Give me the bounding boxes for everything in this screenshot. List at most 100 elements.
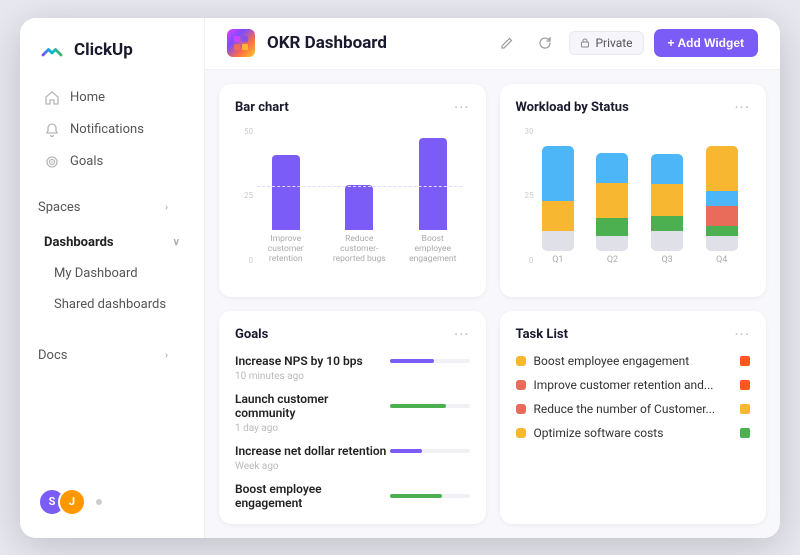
spaces-arrow: ›	[165, 202, 168, 213]
bar-3	[419, 138, 447, 230]
workload-widget: Workload by Status ··· 30 25 0	[500, 84, 767, 297]
sidebar-item-notifications[interactable]: Notifications	[26, 114, 198, 146]
goal-time-1: 10 minutes ago	[235, 371, 470, 382]
goals-title: Goals	[235, 327, 268, 342]
clickup-logo-icon	[38, 36, 66, 64]
goal-item-2: Launch customer community 1 day ago	[235, 392, 470, 434]
bar-label-1: Improve customerretention	[257, 234, 315, 265]
task-list-header: Task List ···	[516, 325, 751, 344]
status-dot	[96, 499, 102, 505]
logo-area: ClickUp	[20, 36, 204, 82]
q3-seg-green	[651, 216, 683, 231]
goal-bar-track-4	[390, 494, 469, 498]
private-label: Private	[595, 36, 632, 50]
goals-widget: Goals ··· Increase NPS by 10 bps 10 minu…	[219, 311, 486, 524]
avatar-j: J	[58, 488, 86, 516]
bar-2	[345, 185, 373, 230]
sidebar-item-dashboards[interactable]: Dashboards ∨	[26, 227, 198, 258]
sidebar-item-spaces[interactable]: Spaces ›	[38, 192, 186, 223]
bar-label-2: Reduce customer-reported bugs	[331, 234, 389, 265]
q3-seg-blue	[651, 154, 683, 184]
task-name-4: Optimize software costs	[534, 426, 733, 440]
q1-seg-blue	[542, 146, 574, 201]
main-content: OKR Dashboard Privat	[205, 18, 780, 538]
home-icon	[44, 90, 60, 106]
task-list: Boost employee engagement Improve custom…	[516, 354, 751, 440]
q1-stacked-bar	[542, 146, 574, 251]
sidebar-item-docs[interactable]: Docs ›	[38, 340, 186, 371]
sidebar-item-home-label: Home	[70, 90, 180, 105]
task-list-title: Task List	[516, 327, 568, 342]
app-window: ClickUp Home Notifications	[20, 18, 780, 538]
add-widget-button[interactable]: + Add Widget	[654, 29, 758, 57]
dashboards-label: Dashboards	[44, 235, 163, 250]
goal-name-3: Increase net dollar retention	[235, 444, 386, 458]
bar-1	[272, 155, 300, 230]
task-list-menu[interactable]: ···	[734, 325, 750, 344]
goal-name-2: Launch customer community	[235, 392, 390, 420]
my-dashboard-label: My Dashboard	[54, 266, 180, 281]
workload-menu[interactable]: ···	[734, 98, 750, 117]
dashboards-arrow: ∨	[173, 237, 180, 248]
task-item-2: Improve customer retention and...	[516, 378, 751, 392]
q1-seg-yellow	[542, 201, 574, 231]
q1-seg-gray	[542, 231, 574, 251]
task-flag-2	[740, 380, 750, 390]
bell-icon	[44, 122, 60, 138]
q1-label: Q1	[552, 255, 563, 265]
task-name-1: Boost employee engagement	[534, 354, 733, 368]
q4-seg-blue	[706, 191, 738, 206]
q4-stacked-bar	[706, 146, 738, 251]
task-flag-1	[740, 356, 750, 366]
avatar-group: S J	[38, 488, 86, 516]
y-label-25: 25	[244, 191, 253, 200]
q4-seg-green	[706, 226, 738, 236]
dashboard-icon	[227, 29, 255, 57]
task-dot-1	[516, 356, 526, 366]
task-dot-3	[516, 404, 526, 414]
task-item-1: Boost employee engagement	[516, 354, 751, 368]
private-button[interactable]: Private	[569, 31, 643, 55]
page-title: OKR Dashboard	[267, 33, 481, 53]
q3-seg-yellow	[651, 184, 683, 216]
q4-seg-gray	[706, 236, 738, 251]
sidebar-item-goals-label: Goals	[70, 154, 180, 169]
q2-bar-group: Q2	[592, 153, 633, 265]
goal-bar-track-1	[390, 359, 470, 363]
q4-label: Q4	[716, 255, 727, 265]
sidebar-item-home[interactable]: Home	[26, 82, 198, 114]
spaces-section: Spaces ›	[20, 178, 204, 227]
topbar: OKR Dashboard Privat	[205, 18, 780, 70]
task-dot-2	[516, 380, 526, 390]
bar-chart-menu[interactable]: ···	[454, 98, 470, 117]
goal-time-2: 1 day ago	[235, 423, 470, 434]
q3-seg-gray	[651, 231, 683, 251]
goal-bar-fill-2	[390, 404, 445, 408]
bar-group-2: Reduce customer-reported bugs	[331, 185, 389, 265]
sidebar-item-my-dashboard[interactable]: My Dashboard	[26, 258, 198, 289]
task-name-3: Reduce the number of Customer...	[534, 402, 733, 416]
goal-bar-track-2	[390, 404, 469, 408]
q4-seg-yellow	[706, 146, 738, 191]
docs-section: Docs ›	[20, 326, 204, 375]
edit-button[interactable]	[493, 29, 521, 57]
q2-seg-gray	[596, 236, 628, 251]
workload-header: Workload by Status ···	[516, 98, 751, 117]
task-flag-3	[740, 404, 750, 414]
sidebar-footer: S J	[20, 478, 204, 526]
sidebar-item-shared-dashboards[interactable]: Shared dashboards	[26, 289, 198, 320]
bar-chart-widget: Bar chart ··· 50 25 0	[219, 84, 486, 297]
goals-menu[interactable]: ···	[454, 325, 470, 344]
task-flag-4	[740, 428, 750, 438]
q2-label: Q2	[607, 255, 618, 265]
bar-group-1: Improve customerretention	[257, 155, 315, 265]
refresh-button[interactable]	[531, 29, 559, 57]
q3-label: Q3	[661, 255, 672, 265]
topbar-actions: Private + Add Widget	[493, 29, 758, 57]
sidebar-item-goals[interactable]: Goals	[26, 146, 198, 178]
target-icon	[44, 154, 60, 170]
goals-list: Increase NPS by 10 bps 10 minutes ago La…	[235, 354, 470, 510]
chart-dashed-line	[257, 186, 462, 187]
workload-y-0: 0	[529, 256, 534, 265]
bar-chart-title: Bar chart	[235, 100, 289, 115]
